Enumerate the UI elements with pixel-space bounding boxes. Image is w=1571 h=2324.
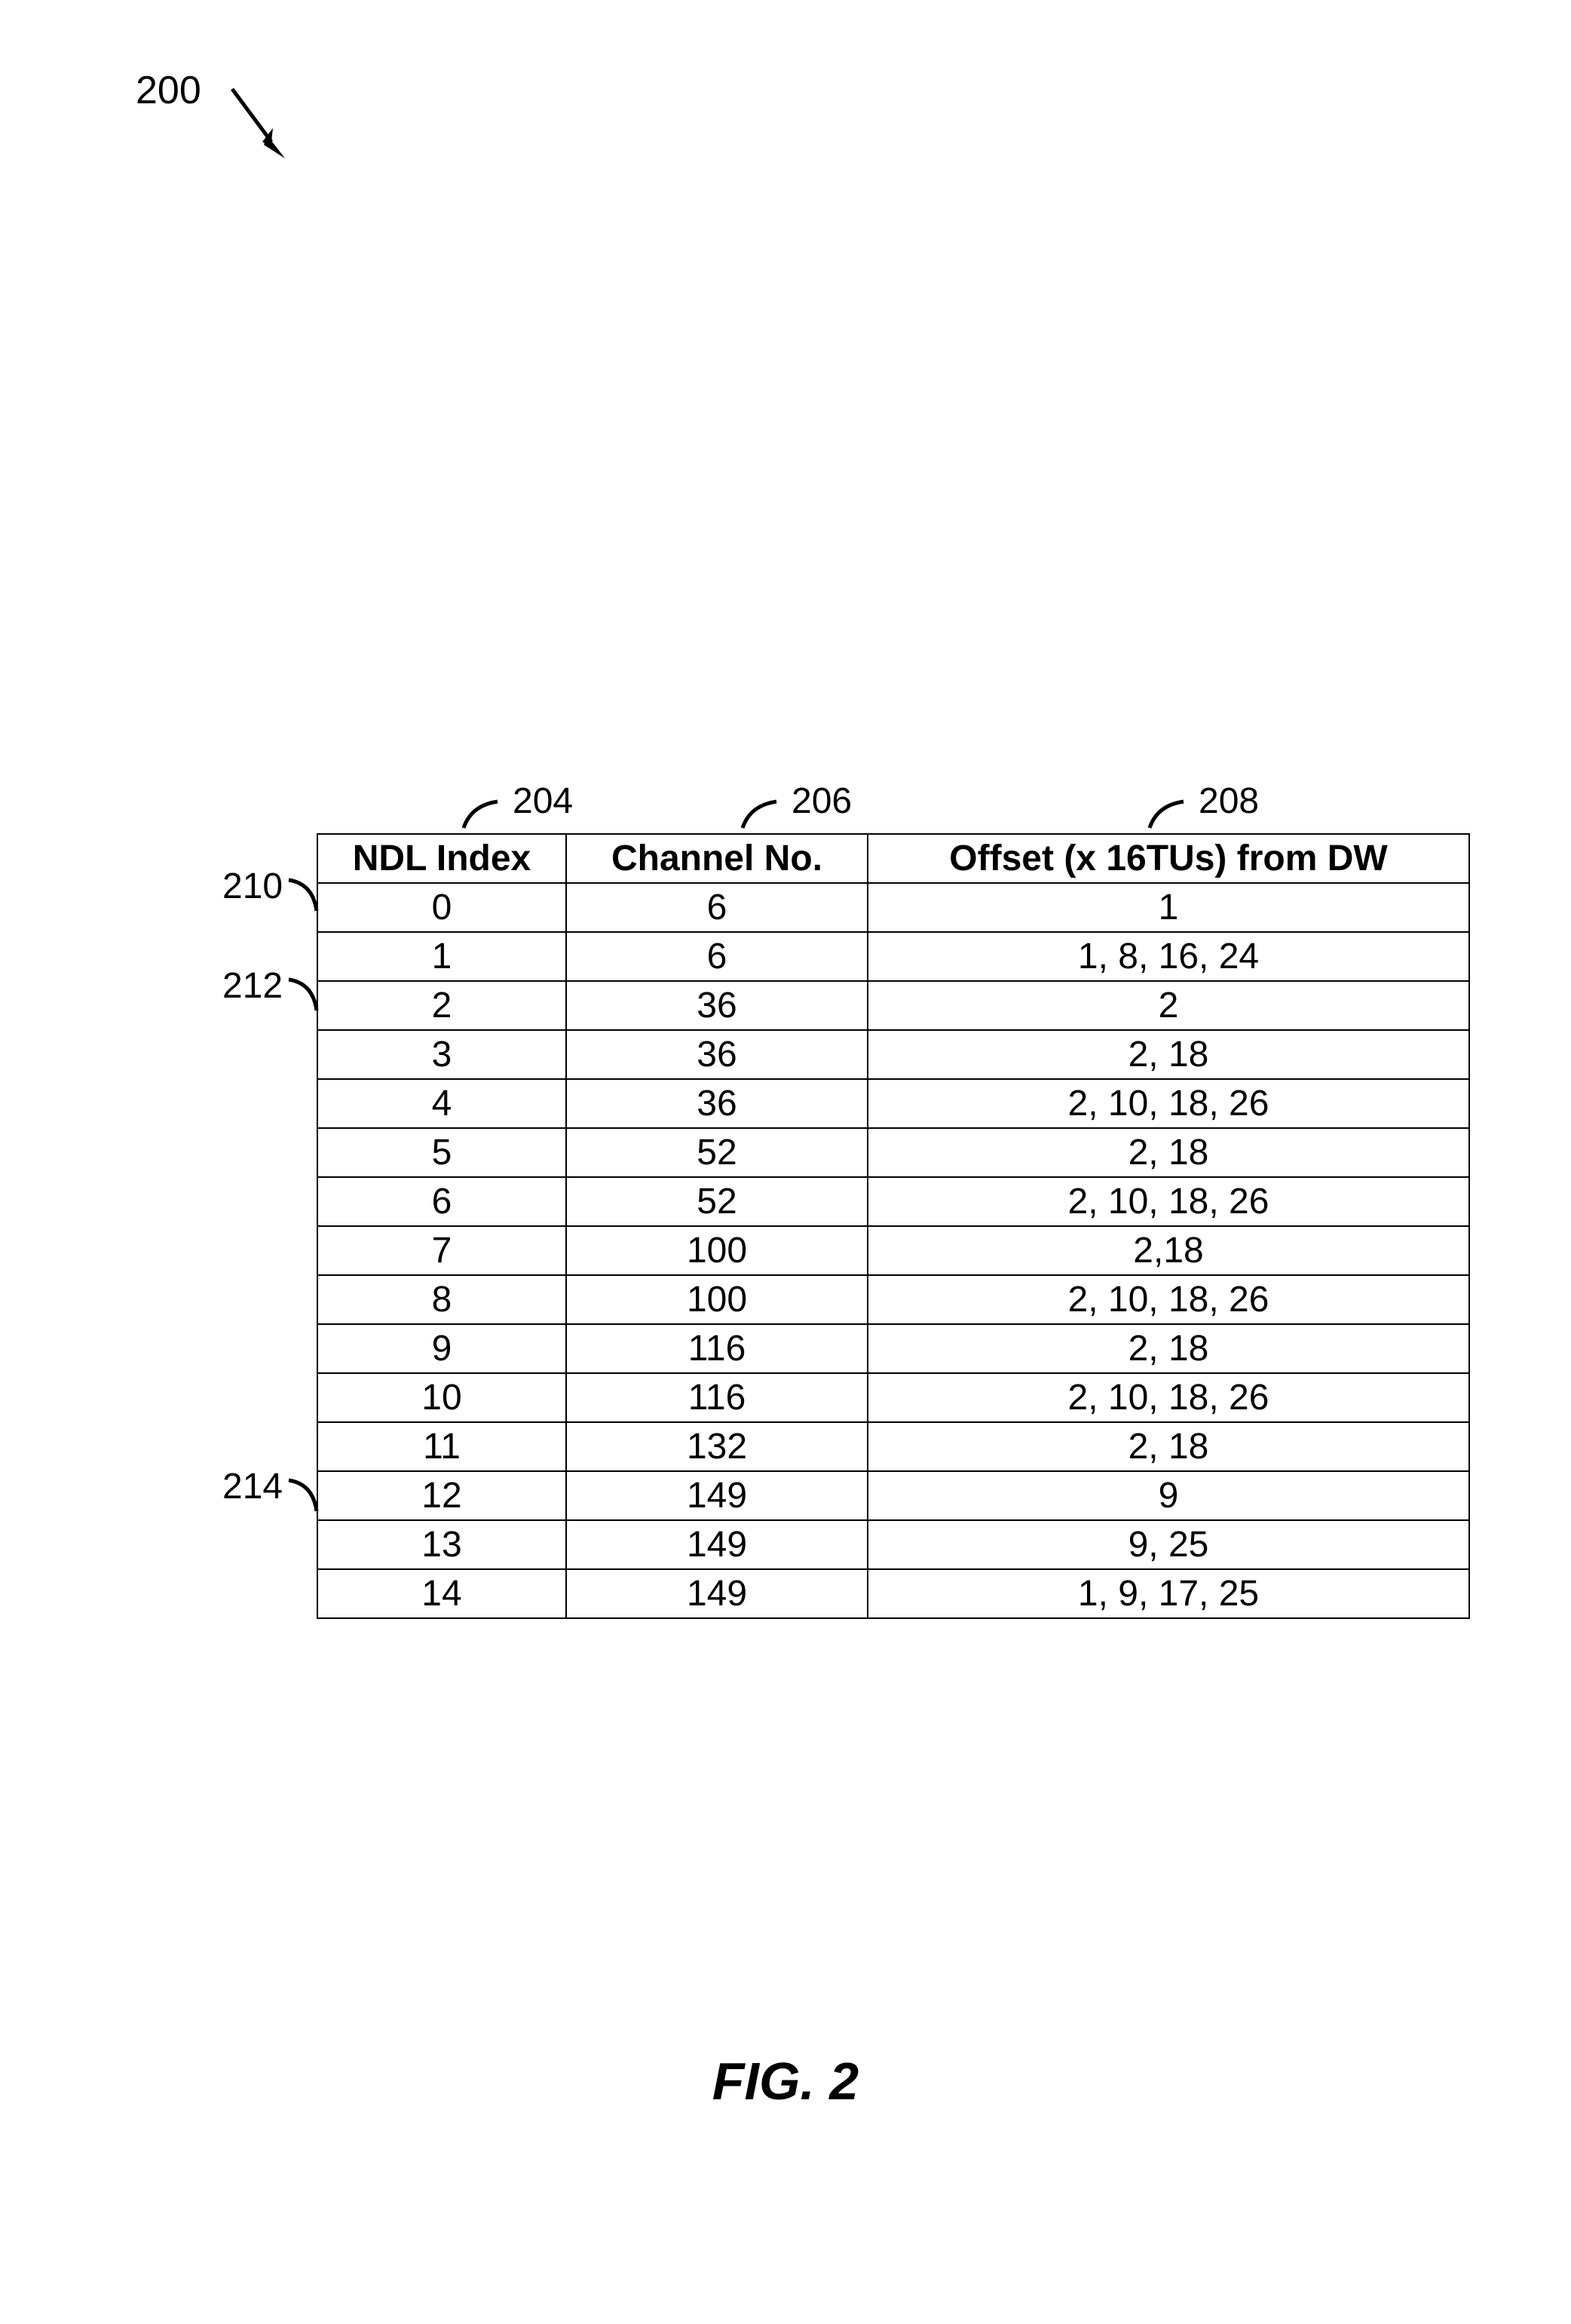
table-row: 5522, 18 bbox=[317, 1128, 1469, 1177]
cell-channel-no: 100 bbox=[566, 1226, 868, 1275]
cell-offset: 9, 25 bbox=[868, 1520, 1469, 1569]
cell-offset: 2, 18 bbox=[868, 1422, 1469, 1471]
callout-tick-icon bbox=[286, 974, 320, 1016]
cell-channel-no: 116 bbox=[566, 1324, 868, 1373]
cell-offset: 1, 9, 17, 25 bbox=[868, 1569, 1469, 1618]
cell-channel-no: 36 bbox=[566, 981, 868, 1030]
cell-ndl-index: 11 bbox=[317, 1422, 566, 1471]
cell-ndl-index: 3 bbox=[317, 1030, 566, 1079]
callout-tick-icon bbox=[735, 798, 780, 832]
table-row: 101162, 10, 18, 26 bbox=[317, 1373, 1469, 1422]
cell-offset: 2, 18 bbox=[868, 1324, 1469, 1373]
header-channel-no: Channel No. bbox=[566, 834, 868, 883]
row-callout-212: 212 bbox=[222, 965, 283, 1007]
table-row: 81002, 10, 18, 26 bbox=[317, 1275, 1469, 1324]
column-callout-208: 208 bbox=[1199, 780, 1259, 822]
table-row: 3362, 18 bbox=[317, 1030, 1469, 1079]
cell-offset: 1, 8, 16, 24 bbox=[868, 932, 1469, 981]
cell-offset: 2, 10, 18, 26 bbox=[868, 1373, 1469, 1422]
row-callout-214: 214 bbox=[222, 1466, 283, 1507]
cell-channel-no: 36 bbox=[566, 1030, 868, 1079]
cell-ndl-index: 12 bbox=[317, 1471, 566, 1520]
cell-channel-no: 149 bbox=[566, 1471, 868, 1520]
cell-offset: 2, 10, 18, 26 bbox=[868, 1079, 1469, 1128]
column-callout-206: 206 bbox=[792, 780, 852, 822]
cell-ndl-index: 8 bbox=[317, 1275, 566, 1324]
cell-offset: 2, 18 bbox=[868, 1128, 1469, 1177]
table-row: 161, 8, 16, 24 bbox=[317, 932, 1469, 981]
ndl-table-container: NDL Index Channel No. Offset (x 16TUs) f… bbox=[317, 833, 1470, 1619]
cell-offset: 2, 18 bbox=[868, 1030, 1469, 1079]
table-row: 2362 bbox=[317, 981, 1469, 1030]
cell-offset: 2,18 bbox=[868, 1226, 1469, 1275]
cell-ndl-index: 5 bbox=[317, 1128, 566, 1177]
cell-channel-no: 149 bbox=[566, 1520, 868, 1569]
cell-ndl-index: 14 bbox=[317, 1569, 566, 1618]
cell-offset: 2 bbox=[868, 981, 1469, 1030]
cell-channel-no: 52 bbox=[566, 1177, 868, 1226]
figure-reference-number: 200 bbox=[136, 68, 201, 113]
cell-ndl-index: 13 bbox=[317, 1520, 566, 1569]
cell-ndl-index: 10 bbox=[317, 1373, 566, 1422]
cell-channel-no: 6 bbox=[566, 883, 868, 932]
cell-channel-no: 116 bbox=[566, 1373, 868, 1422]
table-row: 131499, 25 bbox=[317, 1520, 1469, 1569]
header-ndl-index: NDL Index bbox=[317, 834, 566, 883]
table-row: 4362, 10, 18, 26 bbox=[317, 1079, 1469, 1128]
callout-tick-icon bbox=[286, 1475, 320, 1516]
cell-channel-no: 6 bbox=[566, 932, 868, 981]
cell-ndl-index: 9 bbox=[317, 1324, 566, 1373]
cell-ndl-index: 4 bbox=[317, 1079, 566, 1128]
table-header-row: NDL Index Channel No. Offset (x 16TUs) f… bbox=[317, 834, 1469, 883]
cell-channel-no: 36 bbox=[566, 1079, 868, 1128]
callout-tick-icon bbox=[456, 798, 501, 832]
cell-channel-no: 132 bbox=[566, 1422, 868, 1471]
row-callout-210: 210 bbox=[222, 866, 283, 907]
table-row: 061 bbox=[317, 883, 1469, 932]
cell-ndl-index: 7 bbox=[317, 1226, 566, 1275]
cell-ndl-index: 6 bbox=[317, 1177, 566, 1226]
cell-ndl-index: 0 bbox=[317, 883, 566, 932]
cell-offset: 9 bbox=[868, 1471, 1469, 1520]
cell-offset: 2, 10, 18, 26 bbox=[868, 1275, 1469, 1324]
ndl-table: NDL Index Channel No. Offset (x 16TUs) f… bbox=[317, 833, 1470, 1619]
cell-ndl-index: 2 bbox=[317, 981, 566, 1030]
table-row: 141491, 9, 17, 25 bbox=[317, 1569, 1469, 1618]
callout-tick-icon bbox=[286, 875, 320, 916]
cell-channel-no: 149 bbox=[566, 1569, 868, 1618]
table-row: 91162, 18 bbox=[317, 1324, 1469, 1373]
callout-tick-icon bbox=[1142, 798, 1187, 832]
cell-ndl-index: 1 bbox=[317, 932, 566, 981]
header-offset: Offset (x 16TUs) from DW bbox=[868, 834, 1469, 883]
figure-caption: FIG. 2 bbox=[0, 2051, 1571, 2111]
cell-channel-no: 52 bbox=[566, 1128, 868, 1177]
table-row: 6522, 10, 18, 26 bbox=[317, 1177, 1469, 1226]
cell-offset: 1 bbox=[868, 883, 1469, 932]
table-row: 71002,18 bbox=[317, 1226, 1469, 1275]
table-row: 121499 bbox=[317, 1471, 1469, 1520]
table-row: 111322, 18 bbox=[317, 1422, 1469, 1471]
cell-offset: 2, 10, 18, 26 bbox=[868, 1177, 1469, 1226]
cell-channel-no: 100 bbox=[566, 1275, 868, 1324]
arrow-icon bbox=[226, 83, 294, 166]
column-callout-204: 204 bbox=[513, 780, 573, 822]
